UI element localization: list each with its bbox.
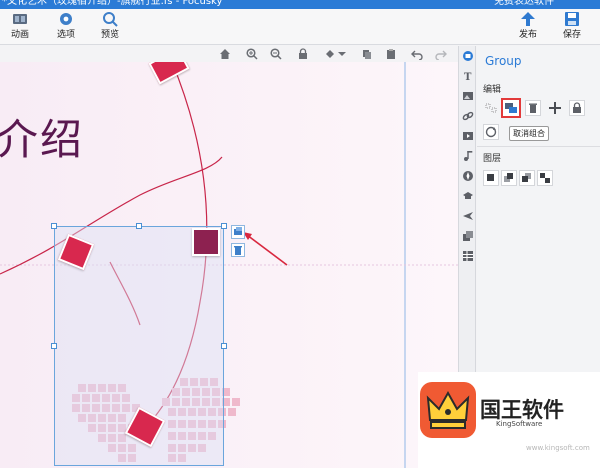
link-icon[interactable] <box>462 110 474 122</box>
publish-button[interactable]: 发布 <box>508 11 548 43</box>
presentation-canvas[interactable]: 介绍 <box>0 62 458 468</box>
options-label: 选项 <box>56 30 75 40</box>
preview-icon <box>103 12 118 27</box>
save-icon <box>565 12 579 26</box>
send-to-back-button[interactable] <box>537 170 553 186</box>
text-icon[interactable]: T <box>462 70 474 82</box>
window-title: *文化艺术（玫瑰宿介绍）-旗舰行业.fs - Focusky <box>2 0 223 7</box>
resize-handle-tr[interactable] <box>221 223 227 229</box>
ungroup-tooltip: 取消组合 <box>509 126 549 141</box>
image-icon[interactable] <box>462 90 474 102</box>
resize-handle-t[interactable] <box>136 223 142 229</box>
group-action-button[interactable] <box>231 225 245 239</box>
move-icon <box>549 102 561 114</box>
send-backward-button[interactable] <box>519 170 535 186</box>
lock-icon <box>573 102 581 113</box>
zoom-in-icon[interactable] <box>246 48 258 60</box>
animation-label: 动画 <box>10 30 29 40</box>
lock-icon[interactable] <box>297 48 309 60</box>
rotate-icon <box>485 126 497 138</box>
window-title-bar: *文化艺术（玫瑰宿介绍）-旗舰行业.fs - Focusky 免费表达软件 <box>0 0 600 9</box>
delete-object-button[interactable] <box>231 243 245 257</box>
watermark-site: www.kingsoft.com <box>526 444 590 452</box>
delete-button[interactable] <box>525 100 541 116</box>
options-button[interactable]: 选项 <box>46 11 86 43</box>
photo-frame[interactable] <box>192 228 220 256</box>
send-to-back-icon <box>540 173 550 183</box>
canvas-toolbar <box>0 46 458 62</box>
gear-icon <box>60 13 72 25</box>
annotation-arrow <box>246 234 288 266</box>
move-button[interactable] <box>547 100 563 116</box>
bring-to-front-button[interactable] <box>483 170 499 186</box>
publish-icon <box>521 12 535 26</box>
section-divider <box>477 146 600 147</box>
group-icon <box>485 103 497 113</box>
crown-icon <box>426 390 470 429</box>
slide-title[interactable]: 介绍 <box>0 106 84 167</box>
airplane-icon[interactable] <box>462 210 474 222</box>
publish-label: 发布 <box>518 30 537 40</box>
watermark-subtitle: KingSoftware <box>496 420 543 428</box>
table-icon[interactable] <box>462 250 474 262</box>
ungroup-icon <box>505 103 517 113</box>
group-button[interactable] <box>483 100 499 116</box>
lock-button[interactable] <box>569 100 585 116</box>
chevron-down-icon[interactable] <box>336 48 348 60</box>
panel-title: Group <box>485 54 522 68</box>
rotate-button[interactable] <box>483 124 499 140</box>
video-icon[interactable] <box>462 130 474 142</box>
redo-icon[interactable] <box>435 48 447 60</box>
preview-button[interactable]: 预览 <box>90 11 130 43</box>
resize-handle-l[interactable] <box>51 343 57 349</box>
watermark: 国王软件 KingSoftware www.kingsoft.com <box>418 372 600 468</box>
resize-handle-tl[interactable] <box>51 223 57 229</box>
bring-forward-button[interactable] <box>501 170 517 186</box>
home-icon[interactable] <box>219 48 231 60</box>
save-button[interactable]: 保存 <box>552 11 592 43</box>
send-backward-icon <box>522 173 531 182</box>
layers-icon[interactable] <box>462 230 474 242</box>
window-right-text: 免费表达软件 <box>494 0 554 7</box>
undo-icon[interactable] <box>411 48 423 60</box>
paste-icon[interactable] <box>385 48 397 60</box>
animation-icon <box>13 14 27 24</box>
music-icon[interactable] <box>462 150 474 162</box>
compass-icon[interactable] <box>462 170 474 182</box>
zoom-out-icon[interactable] <box>270 48 282 60</box>
animation-button[interactable]: 动画 <box>0 11 40 43</box>
layer-section-label: 图层 <box>483 154 502 164</box>
ungroup-button[interactable] <box>501 98 521 118</box>
group-icon <box>234 227 242 235</box>
student-icon[interactable] <box>462 190 474 202</box>
main-toolbar: 动画 选项 预览 发布 保存 <box>0 9 600 45</box>
group-panel-icon[interactable] <box>462 50 474 62</box>
resize-handle-r[interactable] <box>221 343 227 349</box>
bring-to-front-icon <box>487 174 494 181</box>
crown-logo <box>420 382 476 438</box>
trash-icon <box>234 246 242 255</box>
copy-icon[interactable] <box>361 48 373 60</box>
svg-text:T: T <box>464 72 472 82</box>
trash-icon <box>529 103 537 113</box>
fill-color-icon[interactable] <box>324 48 336 60</box>
preview-label: 预览 <box>100 30 119 40</box>
save-label: 保存 <box>562 30 581 40</box>
edit-section-label: 编辑 <box>483 85 502 95</box>
bring-forward-icon <box>504 173 513 182</box>
